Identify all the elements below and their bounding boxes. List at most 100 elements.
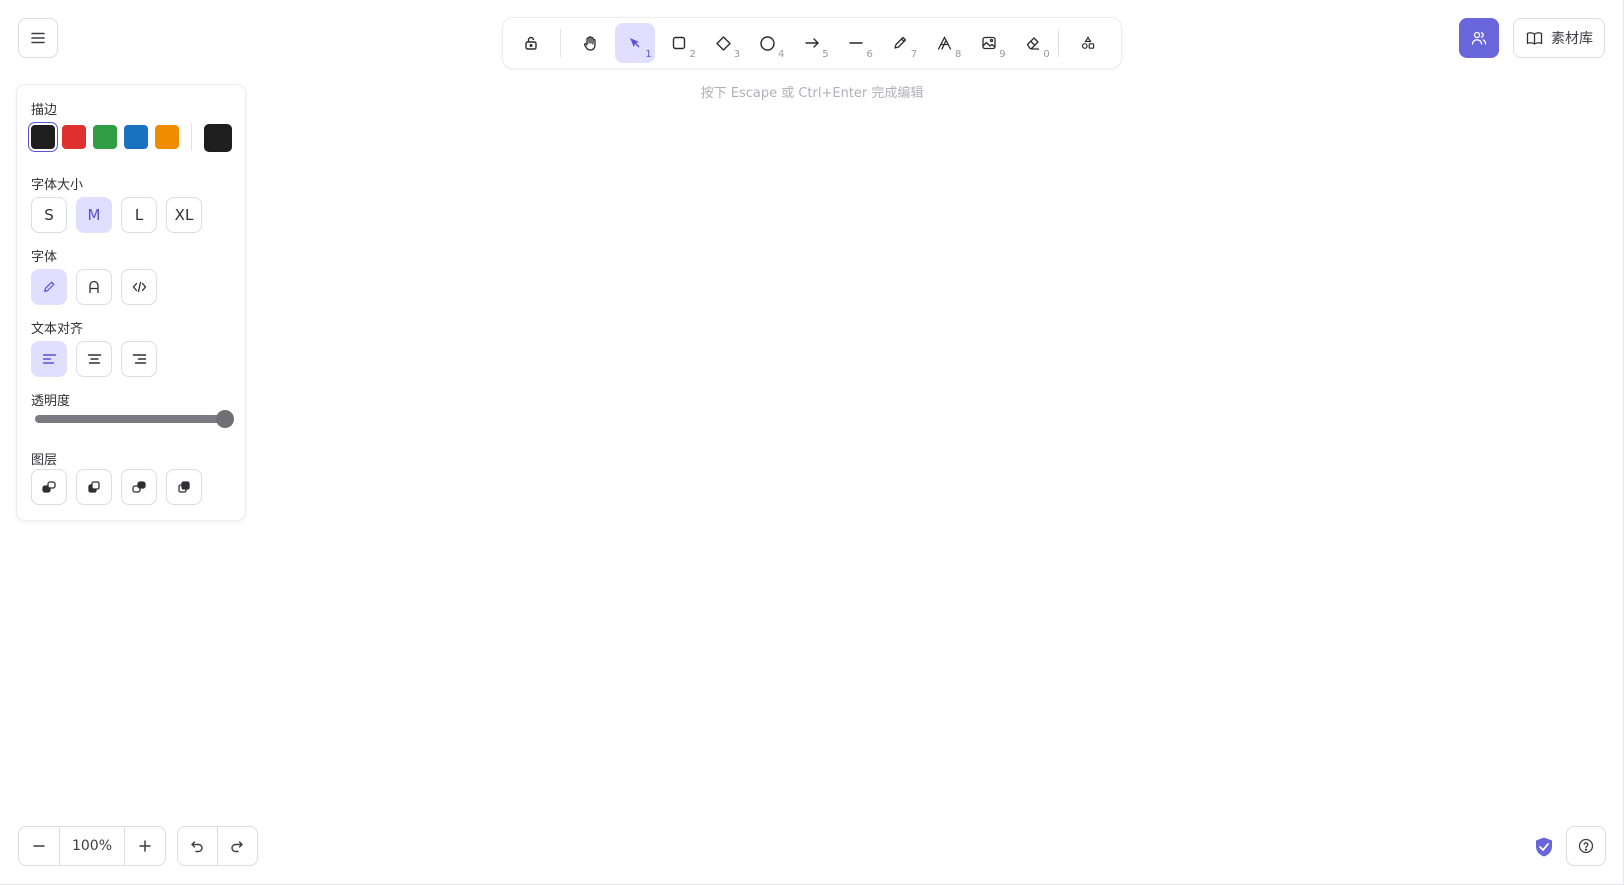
tool-arrow[interactable]: 5 (792, 23, 831, 63)
tool-ellipse[interactable]: 4 (748, 23, 787, 63)
send-to-back-button[interactable] (31, 469, 67, 505)
font-size-m[interactable]: M (76, 197, 112, 233)
send-backward-icon (88, 481, 100, 493)
ellipse-icon (760, 35, 775, 51)
selection-arrow-icon (630, 38, 640, 48)
align-center-icon (87, 354, 101, 364)
text-align-section-title: 文本对齐 (31, 322, 84, 337)
eraser-icon (1027, 37, 1040, 50)
current-stroke-color[interactable] (204, 124, 232, 152)
tool-text[interactable]: 8 (925, 23, 964, 63)
zoom-out-button[interactable] (19, 827, 59, 865)
tool-line[interactable]: 6 (837, 23, 876, 63)
toolbar-divider (1057, 29, 1059, 57)
opacity-slider-handle[interactable] (216, 410, 234, 428)
shield-check-icon[interactable] (1533, 836, 1555, 858)
stroke-color-red[interactable] (62, 125, 86, 149)
stroke-color-orange[interactable] (155, 125, 179, 149)
stroke-color-green[interactable] (93, 125, 117, 149)
image-icon (982, 36, 996, 50)
undo-icon (191, 841, 203, 853)
send-backward-button[interactable] (76, 469, 112, 505)
tool-hand[interactable] (571, 23, 610, 63)
diamond-icon (716, 35, 731, 51)
hand-icon (584, 35, 596, 51)
tool-diamond[interactable]: 3 (704, 23, 743, 63)
font-family-normal[interactable] (76, 269, 112, 305)
text-align-left[interactable] (31, 341, 67, 377)
users-icon (1471, 31, 1487, 45)
pencil-icon (894, 36, 907, 49)
rectangle-icon (673, 36, 686, 50)
zoom-level[interactable]: 100% (59, 827, 125, 865)
tool-draw[interactable]: 7 (881, 23, 920, 63)
bring-forward-button[interactable] (121, 469, 157, 505)
tool-key-hint: 8 (954, 49, 962, 60)
redo-button[interactable] (218, 827, 258, 865)
font-size-s[interactable]: S (31, 197, 67, 233)
stroke-color-blue[interactable] (124, 125, 148, 149)
align-right-icon (132, 354, 146, 364)
tool-lock[interactable] (511, 23, 550, 63)
opacity-slider-track[interactable] (35, 415, 227, 423)
tool-key-hint: 6 (866, 49, 873, 60)
hamburger-icon (31, 32, 45, 44)
tool-key-hint: 4 (778, 49, 785, 60)
library-button[interactable]: 素材库 (1513, 18, 1605, 58)
library-label: 素材库 (1551, 31, 1593, 47)
properties-panel: 描边 字体大小 S M L XL 字体 文本对齐 透明度 图层 (17, 85, 245, 520)
tool-image[interactable]: 9 (969, 23, 1008, 63)
tool-key-hint: 9 (999, 49, 1006, 60)
collaborate-button[interactable] (1459, 18, 1499, 58)
tool-key-hint: 3 (733, 49, 741, 60)
tool-key-hint: 1 (645, 49, 652, 60)
line-icon (849, 42, 863, 44)
stroke-color-black[interactable] (31, 125, 55, 149)
tool-eraser[interactable]: 0 (1014, 23, 1053, 63)
tool-rectangle[interactable]: 2 (660, 23, 699, 63)
font-size-section-title: 字体大小 (31, 178, 84, 193)
letter-a-icon (89, 280, 99, 293)
zoom-controls: 100% (18, 826, 166, 866)
undo-button[interactable] (178, 827, 218, 865)
align-left-icon (42, 354, 56, 364)
history-controls (177, 826, 258, 866)
font-size-l[interactable]: L (121, 197, 157, 233)
font-family-hand-drawn[interactable] (31, 269, 67, 305)
font-family-section-title: 字体 (31, 250, 58, 265)
font-family-code[interactable] (121, 269, 157, 305)
shapes-icon (1082, 36, 1095, 49)
text-icon (938, 35, 952, 50)
stroke-section-title: 描边 (31, 103, 58, 118)
main-menu-button[interactable] (18, 18, 58, 58)
send-to-back-icon (42, 481, 56, 493)
bring-forward-icon (132, 481, 146, 493)
redo-icon (231, 841, 243, 853)
shapes-toolbar: 1 2 3 4 5 6 7 8 9 0 (503, 18, 1121, 68)
text-align-right[interactable] (121, 341, 157, 377)
toolbar-divider (560, 29, 562, 57)
zoom-in-button[interactable] (125, 827, 165, 865)
tool-selection[interactable]: 1 (615, 23, 655, 63)
book-icon (1526, 31, 1543, 45)
help-icon (1578, 838, 1594, 854)
tool-key-hint: 2 (689, 49, 696, 60)
plus-icon (139, 840, 151, 852)
pencil-icon (44, 281, 55, 292)
tool-key-hint: 5 (822, 49, 829, 60)
text-align-center[interactable] (76, 341, 112, 377)
help-button[interactable] (1566, 826, 1606, 866)
swatch-divider (191, 123, 192, 151)
font-size-xl[interactable]: XL (166, 197, 202, 233)
bring-to-front-button[interactable] (166, 469, 202, 505)
opacity-section-title: 透明度 (31, 394, 71, 409)
editing-hint: 按下 Escape 或 Ctrl+Enter 完成编辑 (700, 86, 924, 101)
tool-more-shapes[interactable] (1069, 23, 1108, 63)
tool-key-hint: 7 (910, 49, 918, 60)
bring-to-front-icon (178, 481, 190, 493)
arrow-right-icon (805, 38, 819, 48)
layers-section-title: 图层 (31, 453, 58, 468)
code-icon (132, 281, 146, 293)
minus-icon (33, 845, 45, 847)
tool-key-hint: 0 (1043, 49, 1050, 60)
